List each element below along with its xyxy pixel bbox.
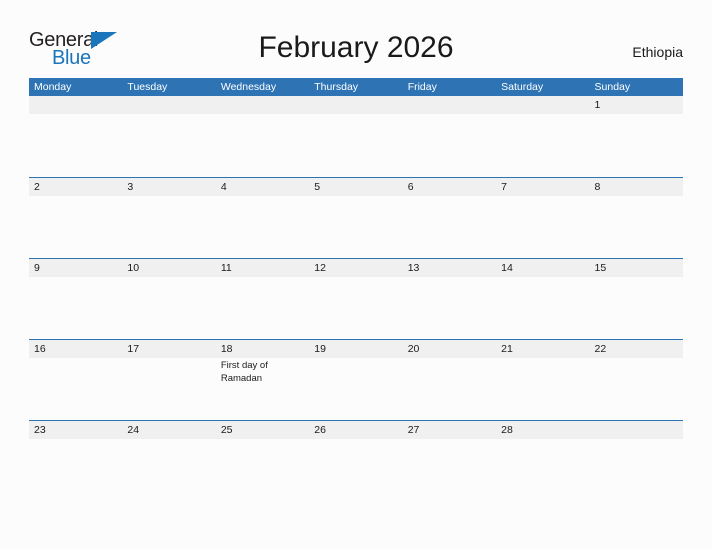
day-band (309, 178, 403, 196)
day-event: First day of Ramadan (220, 360, 268, 384)
day-number: 23 (34, 424, 46, 436)
calendar-day-cell[interactable]: 10 (122, 259, 216, 339)
calendar-day-cell[interactable]: 25 (215, 421, 310, 501)
day-band (29, 178, 123, 196)
day-number: 18 (220, 343, 233, 355)
day-number: 12 (314, 262, 326, 274)
country-label: Ethiopia (632, 44, 683, 60)
day-number: 14 (501, 262, 513, 274)
calendar-week-row: 2 3 4 5 6 7 8 (29, 177, 683, 258)
weekday-thursday: Thursday (314, 81, 359, 93)
calendar-day-cell[interactable] (309, 96, 403, 176)
calendar-day-cell[interactable]: 28 (496, 421, 590, 501)
weekday-monday: Monday (34, 81, 72, 93)
day-number: 2 (34, 181, 40, 193)
calendar-day-cell[interactable]: 13 (402, 259, 497, 339)
day-band (402, 96, 497, 114)
calendar-day-cell[interactable]: 11 (215, 259, 310, 339)
calendar-day-cell[interactable]: 6 (402, 178, 497, 258)
calendar-day-cell[interactable] (29, 96, 123, 176)
weekday-tuesday: Tuesday (127, 81, 168, 93)
weekday-header-row: Monday Tuesday Wednesday Thursday Friday… (29, 78, 683, 96)
calendar-day-cell[interactable]: 7 (496, 178, 590, 258)
day-number: 3 (127, 181, 134, 193)
calendar-day-cell[interactable] (122, 96, 216, 176)
calendar-day-cell[interactable] (589, 421, 683, 501)
calendar-week-row: 23 24 25 26 27 28 (29, 420, 683, 501)
calendar-day-cell[interactable]: 21 (496, 340, 590, 420)
weekday-saturday: Saturday (501, 81, 544, 93)
calendar-day-cell[interactable] (496, 96, 590, 176)
calendar-day-cell[interactable]: 3 (122, 178, 216, 258)
day-number: 5 (314, 181, 321, 193)
page-title: February 2026 (258, 31, 454, 64)
day-number: 11 (220, 262, 232, 274)
calendar-day-cell[interactable] (402, 96, 497, 176)
calendar-day-cell[interactable] (215, 96, 310, 176)
day-number: 26 (314, 424, 326, 436)
day-number: 13 (407, 262, 420, 274)
calendar-day-cell[interactable]: 15 (589, 259, 683, 339)
day-number: 16 (34, 343, 46, 355)
day-band (215, 178, 310, 196)
day-band (29, 259, 123, 277)
day-band (496, 96, 590, 114)
calendar-week-row: 16 17 18 First day of Ramadan 19 20 21 2… (29, 339, 683, 420)
day-band (122, 96, 216, 114)
day-number: 25 (220, 424, 233, 436)
day-number: 19 (314, 343, 326, 355)
calendar-day-cell[interactable]: 22 (589, 340, 683, 420)
weekday-friday: Friday (407, 81, 437, 93)
calendar-day-cell[interactable]: 20 (402, 340, 497, 420)
day-number: 24 (127, 424, 140, 436)
calendar-day-cell[interactable]: 5 (309, 178, 403, 258)
calendar-day-cell[interactable]: 26 (309, 421, 403, 501)
day-number: 27 (407, 424, 420, 436)
calendar-day-cell[interactable]: 16 (29, 340, 123, 420)
day-number: 9 (34, 262, 40, 274)
calendar-day-cell[interactable]: 9 (29, 259, 123, 339)
calendar-day-cell[interactable]: 18 First day of Ramadan (215, 340, 310, 420)
day-band (309, 96, 403, 114)
day-number: 10 (127, 262, 140, 274)
day-number: 15 (594, 262, 607, 274)
weekday-wednesday: Wednesday (220, 81, 277, 93)
day-number: 17 (127, 343, 140, 355)
day-band (215, 96, 310, 114)
calendar-day-cell[interactable]: 1 (589, 96, 683, 176)
calendar-day-cell[interactable]: 17 (122, 340, 216, 420)
calendar-day-cell[interactable]: 2 (29, 178, 123, 258)
day-band (589, 421, 683, 439)
day-number: 1 (594, 99, 601, 111)
calendar-day-cell[interactable]: 4 (215, 178, 310, 258)
weekday-sunday: Sunday (594, 81, 631, 93)
day-band (589, 178, 683, 196)
page-header: General Blue February 2026 Ethiopia (0, 0, 712, 76)
day-number: 6 (407, 181, 414, 193)
day-band (496, 178, 590, 196)
day-number: 20 (407, 343, 420, 355)
day-band (122, 178, 216, 196)
calendar-page: General Blue February 2026 Ethiopia Mond… (0, 0, 712, 550)
calendar-day-cell[interactable]: 23 (29, 421, 123, 501)
day-number: 4 (220, 181, 227, 193)
day-number: 21 (501, 343, 513, 355)
day-number: 8 (594, 181, 601, 193)
day-band (589, 96, 683, 114)
day-number: 22 (594, 343, 607, 355)
calendar-week-row: 1 (29, 96, 683, 177)
day-band (402, 178, 497, 196)
calendar-grid: Monday Tuesday Wednesday Thursday Friday… (29, 78, 683, 501)
calendar-day-cell[interactable]: 8 (589, 178, 683, 258)
calendar-day-cell[interactable]: 14 (496, 259, 590, 339)
day-band (29, 96, 123, 114)
day-number: 28 (501, 424, 513, 436)
calendar-day-cell[interactable]: 19 (309, 340, 403, 420)
calendar-day-cell[interactable]: 27 (402, 421, 497, 501)
calendar-day-cell[interactable]: 24 (122, 421, 216, 501)
calendar-day-cell[interactable]: 12 (309, 259, 403, 339)
calendar-week-row: 9 10 11 12 13 14 15 (29, 258, 683, 339)
day-number: 7 (501, 181, 507, 193)
